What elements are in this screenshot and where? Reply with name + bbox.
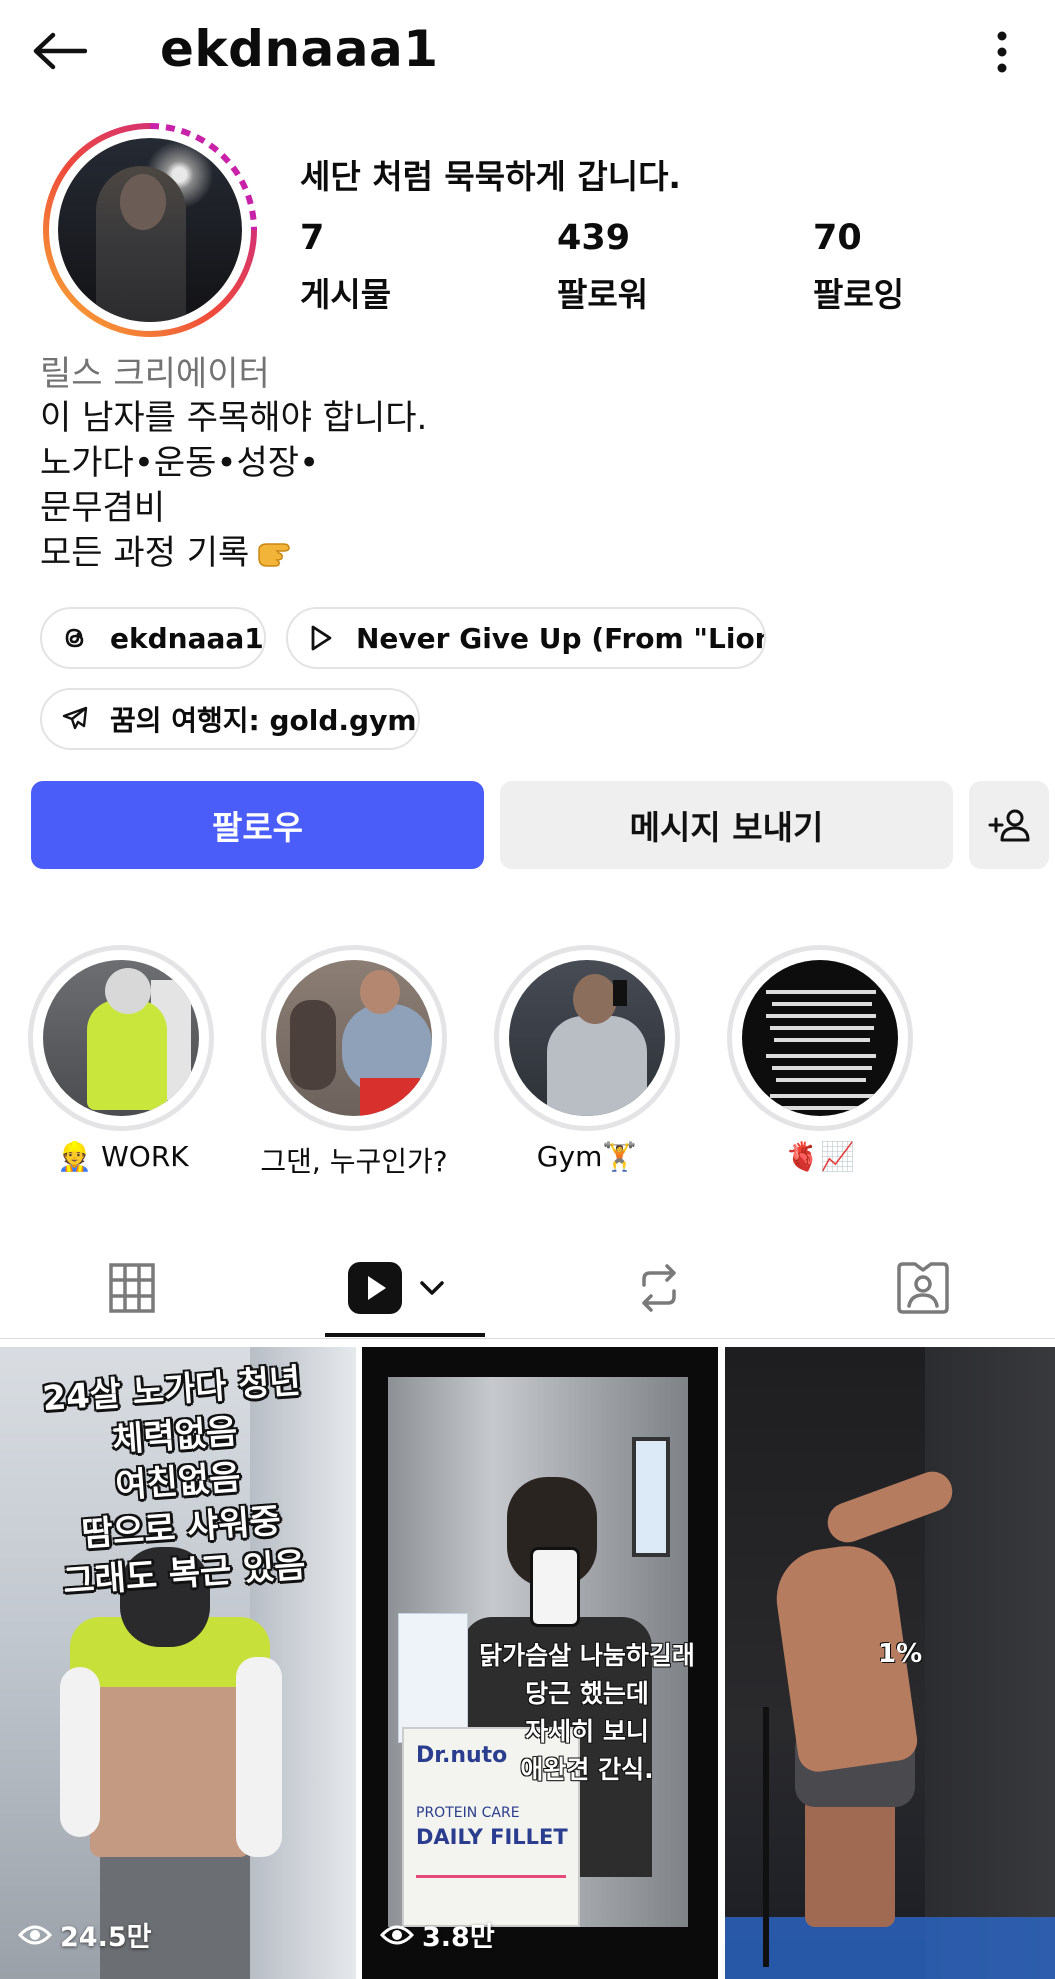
tab-grid[interactable] (0, 1240, 264, 1336)
tab-reels[interactable] (264, 1240, 528, 1336)
threads-link-chip[interactable]: ekdnaaa1 (40, 607, 266, 669)
caption-line: 닭가슴살 나눔하길래 (479, 1641, 695, 1670)
follow-button[interactable]: 팔로우 (31, 781, 484, 869)
reel-view-count: 24.5만 (18, 1915, 151, 1954)
view-count-text: 3.8만 (422, 1922, 495, 1953)
back-arrow-icon (33, 32, 87, 70)
threads-handle: ekdnaaa1 (110, 621, 264, 655)
highlight-label: 🫀📈 (785, 1140, 855, 1173)
repost-icon (642, 1264, 676, 1312)
back-button[interactable] (28, 22, 90, 80)
bio-line: 모든 과정 기록 (40, 533, 250, 573)
package-line: DAILY FILLET (416, 1825, 568, 1849)
travel-chip[interactable]: 꿈의 여행지: gold.gym (40, 688, 420, 750)
highlight-cover (43, 960, 199, 1116)
profile-headline: 세단 처럼 묵묵하게 갑니다. (300, 157, 681, 196)
reel-caption: 닭가슴살 나눔하길래 당근 했는데 자세히 보니 애완견 간식. (462, 1637, 712, 1789)
view-count-text: 24.5만 (60, 1922, 152, 1953)
reel-view-count: 3.8만 (380, 1915, 495, 1954)
top-bar: ekdnaaa1 (0, 0, 1055, 100)
highlight-work[interactable] (28, 945, 214, 1131)
eye-icon (380, 1925, 414, 1944)
travel-text: 꿈의 여행지: gold.gym (110, 704, 417, 737)
highlight-growth[interactable] (727, 945, 913, 1131)
bio-line: 문무겸비 (40, 488, 166, 528)
message-button[interactable]: 메시지 보내기 (500, 781, 953, 869)
highlight-cover (509, 960, 665, 1116)
tabs-divider (0, 1338, 1055, 1339)
followers-count: 439 (557, 218, 631, 258)
pointing-hand-emoji-icon (258, 543, 291, 567)
grid-icon (109, 1263, 155, 1313)
suggest-users-button[interactable] (969, 781, 1049, 869)
music-chip[interactable]: Never Give Up (From "Lion... (286, 607, 766, 669)
highlight-label: 그댄, 누구인가? (260, 1145, 448, 1178)
stat-following[interactable]: 70 팔로잉 (813, 218, 1013, 316)
tagged-user-icon (897, 1262, 949, 1314)
tab-tagged[interactable] (791, 1240, 1055, 1336)
posts-count: 7 (300, 218, 325, 258)
play-icon (304, 621, 338, 655)
profile-avatar[interactable] (58, 138, 242, 322)
add-user-icon (988, 809, 1030, 842)
reels-icon (348, 1262, 402, 1314)
following-count: 70 (813, 218, 862, 258)
caption-line: 당근 했는데 (525, 1679, 649, 1708)
stat-followers[interactable]: 439 팔로워 (557, 218, 757, 316)
followers-label: 팔로워 (557, 275, 649, 314)
active-tab-indicator (325, 1333, 485, 1337)
highlight-label: 👷 WORK (57, 1140, 189, 1173)
chevron-down-icon (420, 1281, 444, 1295)
eye-icon (18, 1925, 52, 1944)
profile-username: ekdnaaa1 (160, 20, 439, 78)
bio-line: 이 남자를 주목해야 합니다. (40, 398, 428, 438)
airplane-icon (58, 702, 92, 736)
music-title: Never Give Up (From "Lion... (356, 621, 766, 655)
highlight-cover (276, 960, 432, 1116)
content-tabs (0, 1240, 1055, 1340)
reel-tile[interactable]: 1% (725, 1347, 1055, 1979)
caption-line: 애완견 간식. (520, 1755, 654, 1784)
reel-tile[interactable]: 24살 노가다 청년 체력없음 여친없음 땀으로 샤워중 그래도 복근 있음 2… (0, 1347, 356, 1979)
threads-icon (58, 621, 92, 655)
profile-category: 릴스 크리에이터 (40, 354, 270, 394)
highlight-gym[interactable] (494, 945, 680, 1131)
more-options-button[interactable] (980, 22, 1024, 82)
following-label: 팔로잉 (813, 275, 905, 314)
reel-caption: 24살 노가다 청년 체력없음 여친없음 땀으로 샤워중 그래도 복근 있음 (0, 1355, 356, 1609)
posts-label: 게시물 (300, 275, 392, 314)
reel-caption: 1% (878, 1639, 923, 1669)
reel-tile[interactable]: Dr.nuto PROTEIN CARE DAILY FILLET 닭가슴살 나… (362, 1347, 718, 1979)
caption-line: 자세히 보니 (525, 1717, 649, 1746)
tab-reposts[interactable] (527, 1240, 791, 1336)
bio-line: 노가다•운동•성장• (40, 443, 320, 483)
profile-bio: 이 남자를 주목해야 합니다. 노가다•운동•성장• 문무겸비 모든 과정 기록 (40, 396, 427, 576)
more-vertical-icon (997, 31, 1007, 73)
highlight-cover (742, 960, 898, 1116)
bio-line-last: 모든 과정 기록 (40, 531, 427, 576)
stat-posts[interactable]: 7 게시물 (300, 218, 500, 316)
highlight-label: Gym🏋 (536, 1140, 638, 1173)
package-line: PROTEIN CARE (416, 1805, 520, 1821)
highlight-who[interactable] (261, 945, 447, 1131)
